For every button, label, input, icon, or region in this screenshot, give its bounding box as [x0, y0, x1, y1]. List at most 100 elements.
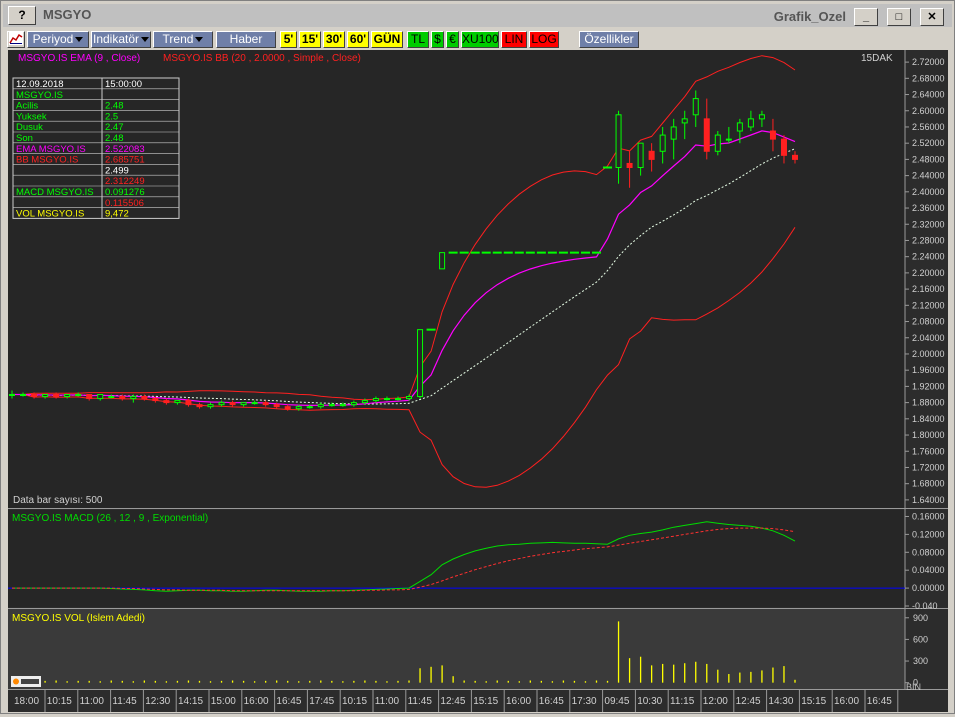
- time-tick-label: 16:45: [867, 696, 892, 707]
- period-button-0[interactable]: 5': [280, 31, 297, 48]
- title-bar[interactable]: ? MSGYO Grafik_Ozel _ □ ✕: [3, 4, 952, 27]
- price-tick-label: 1.92000: [912, 381, 945, 391]
- mode-button-2[interactable]: €: [446, 31, 459, 48]
- mode-button-4[interactable]: LIN: [501, 31, 527, 48]
- candle-body: [339, 404, 346, 407]
- candle-body: [163, 400, 170, 404]
- price-tick-label: 2.36000: [912, 203, 945, 213]
- price-tick-label: 1.96000: [912, 365, 945, 375]
- indicator-label: Indikatör: [92, 32, 140, 46]
- news-button[interactable]: Haber: [216, 31, 276, 48]
- chart-svg[interactable]: 2.72000 2.68000 2.64000 2.60000 2.56000 2.520…: [8, 50, 948, 712]
- candle-body: [736, 122, 743, 132]
- price-tick-label: 2.00000: [912, 349, 945, 359]
- candle-body: [31, 394, 38, 398]
- price-tick-label: 2.60000: [912, 106, 945, 116]
- candle-body: [659, 134, 666, 152]
- price-tick-label: 2.44000: [912, 171, 945, 181]
- info-label: Yuksek: [16, 111, 47, 122]
- volume-legend: MSGYO.IS VOL (Islem Adedi): [12, 613, 145, 624]
- trend-dropdown[interactable]: Trend: [153, 31, 213, 48]
- candle-body: [42, 394, 49, 398]
- period-dropdown[interactable]: Periyod: [27, 31, 89, 48]
- macd-tick-label: -0.040: [912, 601, 938, 611]
- info-value: 2.48: [105, 101, 124, 112]
- chevron-down-icon: [195, 37, 204, 43]
- candle-body: [406, 396, 413, 400]
- price-tick-label: 2.56000: [912, 122, 945, 132]
- candle-body: [108, 396, 115, 399]
- indicator-dropdown[interactable]: Indikatör: [91, 31, 151, 48]
- info-label: BB MSGYO.IS: [16, 155, 78, 166]
- minimize-button[interactable]: _: [854, 8, 878, 26]
- candle-body: [174, 400, 181, 404]
- candle-body: [747, 118, 754, 128]
- mode-button-0[interactable]: TL: [407, 31, 429, 48]
- price-tick-label: 2.40000: [912, 187, 945, 197]
- candle-body: [86, 394, 93, 400]
- price-tick-label: 2.12000: [912, 300, 945, 310]
- info-label: VOL MSGYO.IS: [16, 209, 84, 220]
- period-tag: 15DAK: [861, 53, 893, 64]
- mode-button-3[interactable]: XU100: [461, 31, 499, 48]
- time-tick-label: 11:45: [112, 696, 137, 707]
- time-tick-label: 12:30: [145, 696, 170, 707]
- price-tick-label: 2.48000: [912, 154, 945, 164]
- macd-tick-label: 0.04000: [912, 565, 945, 575]
- period-button-1[interactable]: 15': [299, 31, 321, 48]
- properties-button[interactable]: Özellikler: [579, 31, 639, 48]
- help-button[interactable]: ?: [8, 6, 36, 25]
- time-tick-label: 15:00: [211, 696, 236, 707]
- chart-icon[interactable]: [7, 31, 25, 48]
- price-tick-label: 1.72000: [912, 462, 945, 472]
- candle[interactable]: [714, 131, 721, 156]
- info-label: Son: [16, 133, 33, 144]
- candle-body: [317, 404, 324, 408]
- candle-body: [692, 98, 699, 116]
- ema-legend: MSGYO.IS EMA (9 , Close): [18, 53, 140, 64]
- time-tick-label: 16:00: [244, 696, 269, 707]
- price-tick-label: 1.88000: [912, 398, 945, 408]
- volume-tick-label: 300: [913, 656, 928, 666]
- price-tick-label: 1.76000: [912, 446, 945, 456]
- price-tick-label: 2.24000: [912, 252, 945, 262]
- price-tick-label: 2.20000: [912, 268, 945, 278]
- time-tick-label: 16:45: [539, 696, 564, 707]
- mode-button-5[interactable]: LOG: [529, 31, 559, 48]
- candle[interactable]: [417, 329, 424, 399]
- candle-body: [670, 126, 677, 140]
- mode-button-1[interactable]: $: [431, 31, 444, 48]
- price-tick-label: 2.52000: [912, 138, 945, 148]
- info-value: 2.47: [105, 122, 124, 133]
- price-tick-label: 1.84000: [912, 414, 945, 424]
- candle[interactable]: [439, 252, 446, 270]
- info-value: 9,472: [105, 209, 129, 220]
- volume-unit: BIN: [906, 682, 921, 692]
- price-tick-label: 1.80000: [912, 430, 945, 440]
- time-tick-label: 11:45: [408, 696, 433, 707]
- volume-tick-label: 900: [913, 613, 928, 623]
- candle-body: [615, 114, 622, 169]
- info-label: 12.09.2018: [16, 79, 64, 90]
- info-value: 15:00:00: [105, 79, 142, 90]
- period-button-4[interactable]: GÜN: [371, 31, 403, 48]
- info-value: 2.522083: [105, 144, 145, 155]
- chart-area[interactable]: 2.72000 2.68000 2.64000 2.60000 2.56000 2.520…: [8, 50, 948, 712]
- time-tick-label: 14:15: [178, 696, 203, 707]
- candle-body: [637, 142, 644, 169]
- maximize-button[interactable]: □: [887, 8, 911, 26]
- close-button[interactable]: ✕: [920, 8, 944, 26]
- candle-body: [97, 394, 104, 400]
- candle-body: [780, 138, 787, 156]
- time-tick-label: 11:00: [80, 696, 105, 707]
- candle-body: [262, 402, 269, 406]
- candle-body: [626, 162, 633, 168]
- candle-body: [75, 394, 82, 396]
- candle-body: [9, 394, 15, 396]
- bar-count: Data bar sayısı: 500: [13, 495, 103, 506]
- period-button-3[interactable]: 60': [347, 31, 369, 48]
- price-tick-label: 1.64000: [912, 495, 945, 505]
- time-tick-label: 09:45: [604, 696, 629, 707]
- period-button-2[interactable]: 30': [323, 31, 345, 48]
- time-tick-label: 18:00: [14, 696, 39, 707]
